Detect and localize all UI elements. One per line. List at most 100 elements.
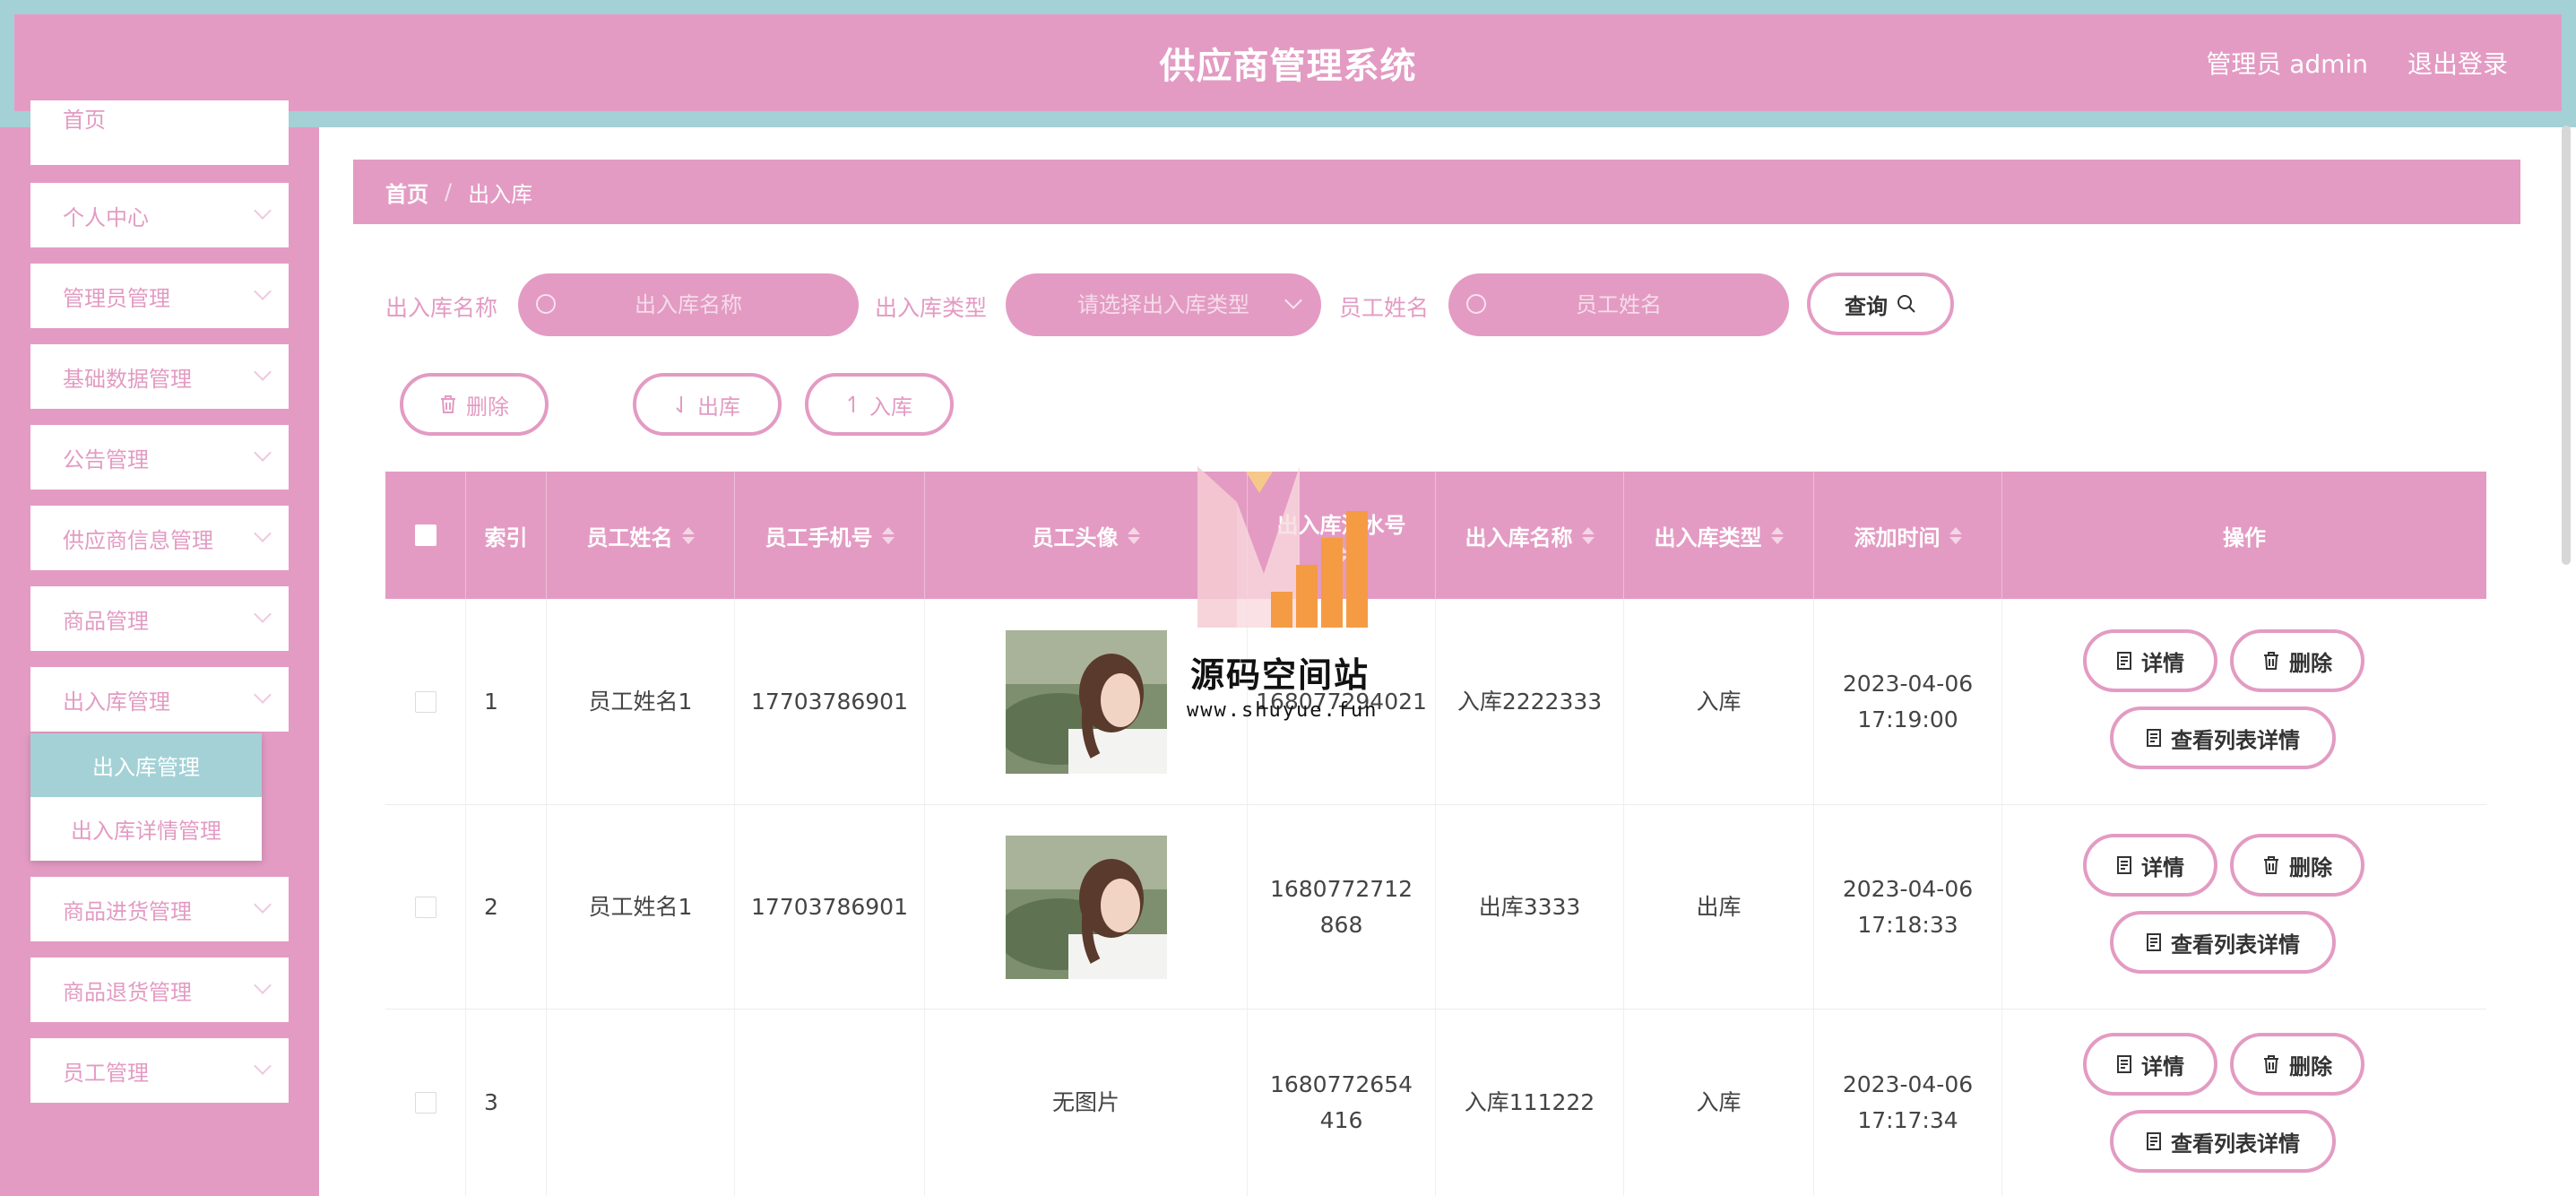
row-select[interactable] <box>385 599 466 804</box>
cell-title: 出库3333 <box>1436 805 1624 1009</box>
chevron-down-icon <box>254 444 272 462</box>
cell-name: 员工姓名1 <box>547 805 735 1009</box>
sidebar-item-home[interactable]: 首页 <box>30 100 289 165</box>
column-header-title[interactable]: 出入库名称 <box>1436 472 1624 599</box>
row-select[interactable] <box>385 805 466 1009</box>
sort-icon[interactable] <box>881 526 895 544</box>
staff-search-input[interactable] <box>1448 273 1789 336</box>
column-header-name[interactable]: 员工姓名 <box>547 472 735 599</box>
chevron-down-icon <box>254 605 272 623</box>
cell-type: 入库 <box>1624 599 1814 804</box>
sidebar-item-label: 商品管理 <box>63 608 149 634</box>
column-header-time[interactable]: 添加时间 <box>1814 472 2002 599</box>
detail-button[interactable]: 详情 <box>2083 1033 2217 1096</box>
sidebar-item-staff[interactable]: 员工管理 <box>30 1038 289 1103</box>
row-checkbox[interactable] <box>414 1092 437 1114</box>
column-header-label: 索引 <box>484 524 528 550</box>
row-select[interactable] <box>385 1010 466 1196</box>
cell-name: 员工姓名1 <box>547 599 735 804</box>
logout-link[interactable]: 退出登录 <box>2407 45 2508 81</box>
header-select-all[interactable] <box>385 472 466 599</box>
cell-index: 2 <box>466 805 547 1009</box>
table-row: 2 员工姓名1 17703786901 1680772712868 出库3333… <box>385 805 2486 1010</box>
cell-phone: 17703786901 <box>735 805 925 1009</box>
search-icon <box>536 294 556 314</box>
document-icon <box>2147 933 2161 951</box>
query-button-label: 查询 <box>1845 293 1888 319</box>
document-icon <box>2117 652 2131 670</box>
cell-title: 入库111222 <box>1436 1010 1624 1196</box>
watermark-text: 源码空间站 <box>1190 655 1370 695</box>
current-user: 管理员 admin <box>2206 49 2368 79</box>
sidebar-item-profile[interactable]: 个人中心 <box>30 183 289 247</box>
delete-button[interactable]: 删除 <box>2230 629 2364 692</box>
avatar-photo[interactable] <box>1005 835 1167 979</box>
detail-button-label: 详情 <box>2141 650 2184 676</box>
list-detail-button-label: 查看列表详情 <box>2171 932 2300 958</box>
trash-icon <box>2264 652 2278 670</box>
name-search-input[interactable] <box>518 273 859 336</box>
document-icon <box>2117 1055 2131 1073</box>
sidebar-item-label: 商品进货管理 <box>63 898 192 924</box>
cell-title: 入库2222333 <box>1436 599 1624 804</box>
table-row: 3 无图片 1680772654416 入库111222 入库 2023-04-… <box>385 1010 2486 1196</box>
sidebar-item-returns[interactable]: 商品退货管理 <box>30 958 289 1022</box>
row-checkbox[interactable] <box>414 896 437 918</box>
sort-icon[interactable] <box>681 526 695 544</box>
query-button[interactable]: 查询 <box>1807 273 1954 335</box>
breadcrumb-current: 出入库 <box>468 181 533 207</box>
submenu-item-stock-detail[interactable]: 出入库详情管理 <box>30 797 262 861</box>
list-detail-button[interactable]: 查看列表详情 <box>2110 911 2336 974</box>
type-select[interactable] <box>1006 273 1321 336</box>
breadcrumb-separator: / <box>445 179 453 204</box>
column-header-label: 员工姓名 <box>586 524 673 550</box>
detail-button-label: 详情 <box>2141 854 2184 880</box>
sort-icon[interactable] <box>1770 526 1784 544</box>
detail-button[interactable]: 详情 <box>2083 834 2217 897</box>
column-header-actions: 操作 <box>2002 472 2486 599</box>
list-detail-button[interactable]: 查看列表详情 <box>2110 706 2336 769</box>
list-detail-button-label: 查看列表详情 <box>2171 1131 2300 1157</box>
sidebar-item-purchase[interactable]: 商品进货管理 <box>30 877 289 941</box>
delete-button[interactable]: 删除 <box>2230 1033 2364 1096</box>
sidebar-item-goods[interactable]: 商品管理 <box>30 586 289 651</box>
column-header-phone[interactable]: 员工手机号 <box>735 472 925 599</box>
chevron-down-icon <box>254 1057 272 1075</box>
breadcrumb-home[interactable]: 首页 <box>385 177 428 208</box>
sidebar-item-label: 管理员管理 <box>63 285 170 311</box>
stock-in-button[interactable]: 入库 <box>805 373 954 436</box>
arrow-up-icon <box>848 395 854 412</box>
chevron-down-icon <box>254 896 272 914</box>
type-search-label: 出入库类型 <box>875 295 988 321</box>
stock-out-button[interactable]: 出库 <box>633 373 782 436</box>
sidebar-item-base-data[interactable]: 基础数据管理 <box>30 344 289 409</box>
chevron-down-icon <box>254 282 272 300</box>
delete-button[interactable]: 删除 <box>2230 834 2364 897</box>
document-icon <box>2117 856 2131 874</box>
avatar-photo[interactable] <box>1005 629 1167 774</box>
sidebar-item-suppliers[interactable]: 供应商信息管理 <box>30 506 289 570</box>
sort-icon[interactable] <box>1127 526 1140 544</box>
list-detail-button[interactable]: 查看列表详情 <box>2110 1110 2336 1173</box>
sort-icon[interactable] <box>1581 526 1595 544</box>
page-scrollbar[interactable] <box>2562 126 2571 565</box>
submenu-item-stock-manage[interactable]: 出入库管理 <box>30 733 262 797</box>
delete-button-label: 删除 <box>2289 1053 2332 1079</box>
delete-button-label: 删除 <box>2289 854 2332 880</box>
column-header-type[interactable]: 出入库类型 <box>1624 472 1814 599</box>
search-icon <box>1897 295 1915 313</box>
sort-icon[interactable] <box>1949 526 1962 544</box>
cell-phone <box>735 1010 925 1196</box>
sidebar-item-stock[interactable]: 出入库管理 <box>30 667 289 732</box>
column-header-label: 操作 <box>2223 524 2266 550</box>
detail-button-label: 详情 <box>2141 1053 2184 1079</box>
cell-avatar <box>925 805 1248 1009</box>
sidebar-item-notices[interactable]: 公告管理 <box>30 425 289 490</box>
row-checkbox[interactable] <box>414 690 437 713</box>
select-all-checkbox[interactable] <box>414 524 437 546</box>
sidebar-item-admins[interactable]: 管理员管理 <box>30 264 289 328</box>
row-actions: 详情 删除 查看列表详情 <box>1975 1010 2486 1196</box>
detail-button[interactable]: 详情 <box>2083 629 2217 692</box>
bulk-delete-button[interactable]: 删除 <box>400 373 549 436</box>
sidebar-item-label: 个人中心 <box>63 204 149 230</box>
